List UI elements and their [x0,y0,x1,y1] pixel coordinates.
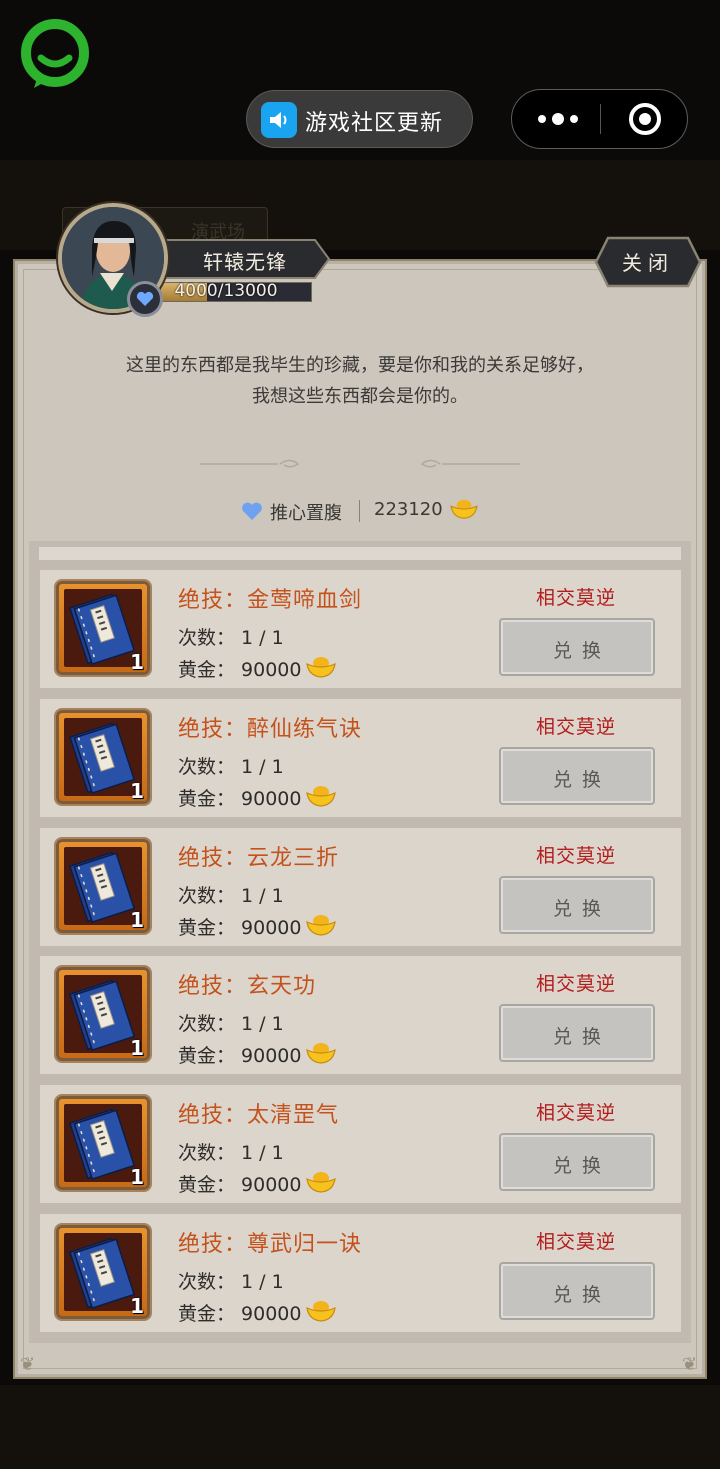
relation-level-label: 推心置腹 [270,503,342,524]
exchange-button[interactable]: 兑换 [499,618,655,676]
gold-cost: 黄金： 90000 [178,917,302,939]
skill-book-slot[interactable]: 1 [56,839,150,933]
skill-book-slot[interactable]: 1 [56,1225,150,1319]
relation-requirement: 相交莫逆 [536,587,617,609]
gold-ingot-icon [450,499,478,519]
more-dots-icon[interactable] [534,105,582,133]
treasure-card: 1 绝技：尊武归一诀 次数： 1 / 1 黄金： 90000 相交莫逆 兑换 [40,1214,681,1332]
exchange-button-label: 兑换 [552,1026,611,1048]
gold-ingot-icon [305,912,337,938]
chat-bubble-logo-icon[interactable] [18,18,92,92]
notice-text: 游戏社区更新 [305,111,444,136]
exchange-times: 次数： 1 / 1 [178,756,284,778]
skill-title: 绝技：玄天功 [178,974,317,999]
description-line-2: 我想这些东西都会是你的。 [252,386,468,407]
relation-requirement: 相交莫逆 [536,973,617,995]
heart-affinity-icon [127,281,163,317]
divider-flourish [200,459,520,468]
npc-name: 轩辕无锋 [203,250,287,274]
exchange-times: 次数： 1 / 1 [178,627,284,649]
exchange-button-label: 兑换 [552,640,611,662]
item-count: 1 [130,1036,144,1060]
skill-title: 绝技：金莺啼血剑 [178,588,363,613]
background-bottom-strip [0,1385,720,1469]
exchange-button-label: 兑换 [552,898,611,920]
treasure-card: 1 绝技：云龙三折 次数： 1 / 1 黄金： 90000 相交莫逆 兑换 [40,828,681,946]
exchange-button-label: 兑换 [552,1284,611,1306]
exchange-button[interactable]: 兑换 [499,1004,655,1062]
relation-requirement: 相交莫逆 [536,716,617,738]
affinity-text: 4000/13000 [174,281,278,301]
npc-description: 这里的东西都是我毕生的珍藏，要是你和我的关系足够好， 我想这些东西都会是你的。 [60,350,660,412]
treasure-card: 1 绝技：太清罡气 次数： 1 / 1 黄金： 90000 相交莫逆 兑换 [40,1085,681,1203]
exchange-button[interactable]: 兑换 [499,876,655,934]
gold-cost: 黄金： 90000 [178,788,302,810]
skill-book-slot[interactable]: 1 [56,581,150,675]
skill-title: 绝技：太清罡气 [178,1103,340,1128]
corner-ornament-icon: ❦ [20,1354,36,1375]
exchange-times: 次数： 1 / 1 [178,1142,284,1164]
gold-ingot-icon [305,783,337,809]
gold-amount: 223120 [374,499,443,520]
gold-cost: 黄金： 90000 [178,659,302,681]
skill-title: 绝技：尊武归一诀 [178,1232,363,1257]
item-count: 1 [130,1165,144,1189]
relation-requirement: 相交莫逆 [536,845,617,867]
item-count: 1 [130,1294,144,1318]
capsule-divider [600,104,601,134]
skill-book-slot[interactable]: 1 [56,710,150,804]
blue-heart-icon [242,502,262,520]
target-circle-icon[interactable] [628,102,662,136]
skill-title: 绝技：醉仙练气诀 [178,717,363,742]
gold-cost: 黄金： 90000 [178,1045,302,1067]
gold-cost: 黄金： 90000 [178,1174,302,1196]
relation-requirement: 相交莫逆 [536,1102,617,1124]
gold-cost: 黄金： 90000 [178,1303,302,1325]
exchange-button[interactable]: 兑换 [499,1133,655,1191]
item-count: 1 [130,779,144,803]
close-button-label[interactable]: 关闭 [594,247,702,276]
treasure-card: 1 绝技：醉仙练气诀 次数： 1 / 1 黄金： 90000 相交莫逆 兑换 [40,699,681,817]
item-count: 1 [130,650,144,674]
relation-stats: 推心置腹 223120 [0,497,720,525]
relation-requirement: 相交莫逆 [536,1231,617,1253]
exchange-button[interactable]: 兑换 [499,1262,655,1320]
skill-book-slot[interactable]: 1 [56,967,150,1061]
list-previous-card-edge [39,547,681,560]
corner-ornament-icon: ❦ [682,1354,698,1375]
treasure-card: 1 绝技：金莺啼血剑 次数： 1 / 1 黄金： 90000 相交莫逆 兑换 [40,570,681,688]
skill-title: 绝技：云龙三折 [178,846,340,871]
description-line-1: 这里的东西都是我毕生的珍藏，要是你和我的关系足够好， [126,355,594,376]
speaker-icon [261,102,297,138]
exchange-button-label: 兑换 [552,769,611,791]
community-update-notice[interactable]: 游戏社区更新 [246,90,473,148]
gold-ingot-icon [305,1040,337,1066]
exchange-times: 次数： 1 / 1 [178,1271,284,1293]
gold-ingot-icon [305,654,337,680]
stats-divider [359,500,360,522]
treasure-card: 1 绝技：玄天功 次数： 1 / 1 黄金： 90000 相交莫逆 兑换 [40,956,681,1074]
item-count: 1 [130,908,144,932]
exchange-button-label: 兑换 [552,1155,611,1177]
exchange-times: 次数： 1 / 1 [178,1013,284,1035]
skill-book-slot[interactable]: 1 [56,1096,150,1190]
gold-ingot-icon [305,1298,337,1324]
exchange-times: 次数： 1 / 1 [178,885,284,907]
miniprogram-capsule [511,89,688,149]
exchange-button[interactable]: 兑换 [499,747,655,805]
gold-ingot-icon [305,1169,337,1195]
